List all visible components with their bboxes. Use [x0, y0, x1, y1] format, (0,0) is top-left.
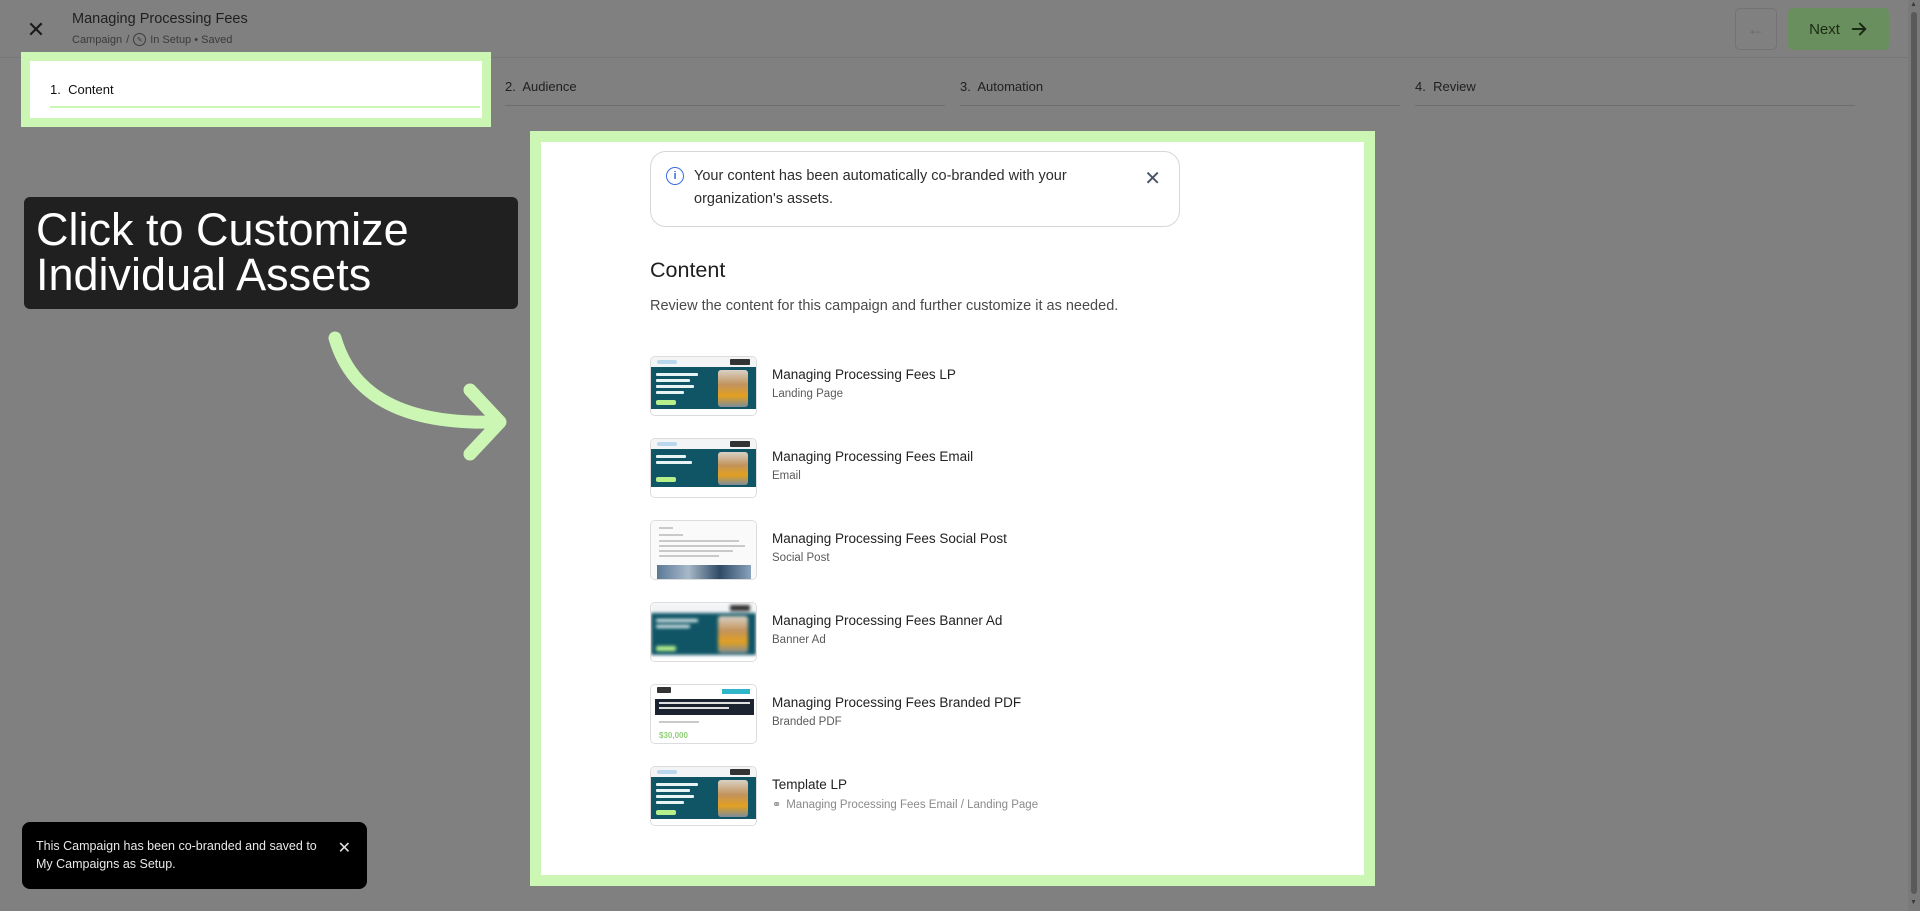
- asset-title: Managing Processing Fees Banner Ad: [772, 613, 1003, 628]
- callout-arrow-icon: [328, 331, 507, 461]
- step-content-underline: [50, 106, 480, 108]
- step-number: 3.: [960, 79, 971, 94]
- asset-type: Branded PDF: [772, 716, 842, 728]
- asset-title: Managing Processing Fees Email: [772, 449, 974, 464]
- step-audience-underline: [505, 105, 945, 106]
- edit-status-icon: ✎: [133, 33, 147, 46]
- link-icon: ⚭: [772, 799, 782, 811]
- next-label: Next: [1809, 20, 1840, 38]
- asset-title: Managing Processing Fees Social Post: [772, 531, 1007, 546]
- step-label: Audience: [522, 79, 577, 94]
- asset-item-branded-pdf[interactable]: $30,000 Managing Processing Fees Branded…: [650, 684, 1130, 744]
- step-label: Automation: [977, 79, 1044, 94]
- asset-thumbnail: [650, 520, 757, 580]
- step-content[interactable]: 1. Content: [50, 82, 114, 97]
- step-label: Content: [68, 82, 114, 97]
- asset-type: Landing Page: [772, 388, 843, 400]
- asset-type: Managing Processing Fees Email / Landing…: [786, 798, 1039, 811]
- callout-text: Click to Customize Individual Assets: [36, 204, 409, 300]
- toast-text: This Campaign has been co-branded and sa…: [36, 839, 317, 871]
- asset-thumbnail: [650, 602, 757, 662]
- status-text: In Setup • Saved: [150, 33, 233, 46]
- tutorial-callout: Click to Customize Individual Assets: [24, 197, 518, 309]
- asset-title: Managing Processing Fees Branded PDF: [772, 695, 1022, 710]
- breadcrumb: Campaign / ✎ In Setup • Saved: [72, 33, 232, 46]
- asset-item-email[interactable]: Managing Processing Fees Email Email: [650, 438, 1130, 498]
- asset-item-banner-ad[interactable]: Managing Processing Fees Banner Ad Banne…: [650, 602, 1130, 662]
- step-review-underline: [1415, 105, 1855, 106]
- arrow-left-icon: ←: [1747, 18, 1765, 39]
- next-button[interactable]: Next: [1788, 8, 1889, 50]
- info-icon: i: [666, 167, 684, 185]
- scrollbar-thumb[interactable]: [1911, 12, 1917, 894]
- content-heading: Content: [650, 258, 726, 282]
- asset-type: Banner Ad: [772, 634, 826, 646]
- scroll-down-icon[interactable]: ▼: [1910, 899, 1917, 906]
- step-audience[interactable]: 2. Audience: [505, 79, 577, 94]
- step-number: 1.: [50, 82, 61, 97]
- asset-item-landing-page[interactable]: Managing Processing Fees LP Landing Page: [650, 356, 1130, 416]
- asset-thumbnail: $30,000: [650, 684, 757, 744]
- asset-thumbnail: [650, 356, 757, 416]
- asset-type: Email: [772, 470, 801, 482]
- step-review[interactable]: 4. Review: [1415, 79, 1476, 94]
- asset-item-social-post[interactable]: Managing Processing Fees Social Post Soc…: [650, 520, 1130, 580]
- close-icon[interactable]: ✕: [1144, 169, 1161, 189]
- content-subheading: Review the content for this campaign and…: [650, 298, 1119, 314]
- campaign-setup-page: ✕ Managing Processing Fees Campaign / ✎ …: [0, 0, 1920, 911]
- asset-type: Social Post: [772, 552, 830, 564]
- info-banner: i Your content has been automatically co…: [650, 151, 1180, 227]
- step-number: 4.: [1415, 79, 1426, 94]
- asset-thumbnail: [650, 766, 757, 826]
- asset-linked-source: ⚭ Managing Processing Fees Email / Landi…: [772, 798, 1039, 812]
- asset-item-template-lp[interactable]: Template LP ⚭ Managing Processing Fees E…: [650, 766, 1130, 826]
- back-button[interactable]: ←: [1735, 8, 1777, 50]
- step-label: Review: [1433, 79, 1476, 94]
- pdf-amount: $30,000: [659, 731, 688, 740]
- asset-thumbnail: [650, 438, 757, 498]
- arrow-right-icon: [1851, 22, 1867, 36]
- breadcrumb-separator: /: [126, 33, 130, 46]
- toast-notification: This Campaign has been co-branded and sa…: [22, 822, 367, 889]
- close-icon[interactable]: ✕: [22, 16, 50, 44]
- info-banner-text: Your content has been automatically co-b…: [694, 168, 1067, 207]
- asset-title: Managing Processing Fees LP: [772, 367, 956, 382]
- page-title: Managing Processing Fees: [72, 11, 248, 27]
- breadcrumb-campaign[interactable]: Campaign: [72, 34, 122, 46]
- step-automation-underline: [960, 105, 1400, 106]
- step-automation[interactable]: 3. Automation: [960, 79, 1043, 94]
- close-icon[interactable]: ✕: [338, 838, 351, 858]
- scroll-up-icon[interactable]: ▲: [1910, 1, 1917, 8]
- step-number: 2.: [505, 79, 516, 94]
- asset-title: Template LP: [772, 777, 848, 792]
